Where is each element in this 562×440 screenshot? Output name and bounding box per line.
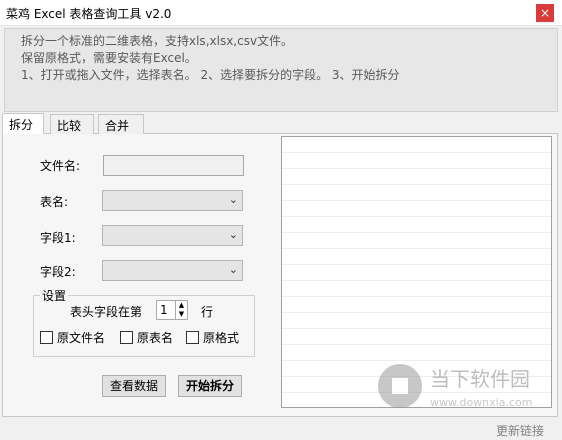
field1-label: 字段1: bbox=[40, 231, 76, 245]
stepper-buttons: ▲ ▼ bbox=[175, 301, 187, 319]
list-item bbox=[282, 265, 551, 281]
sheet-select[interactable]: ⌄ bbox=[102, 190, 243, 211]
update-link[interactable]: 更新链接 bbox=[496, 422, 544, 439]
tab-compare[interactable]: 比较 bbox=[50, 114, 94, 134]
header-row-value: 1 bbox=[160, 303, 168, 317]
list-item bbox=[282, 233, 551, 249]
header-row-stepper[interactable]: 1 ▲ ▼ bbox=[156, 300, 188, 320]
header-row-label: 表头字段在第 bbox=[70, 305, 143, 319]
view-data-button[interactable]: 查看数据 bbox=[102, 375, 166, 397]
start-split-button[interactable]: 开始拆分 bbox=[178, 375, 242, 397]
watermark-brand: 当下软件园 bbox=[430, 367, 530, 391]
list-item bbox=[282, 201, 551, 217]
list-item bbox=[282, 313, 551, 329]
close-button[interactable]: × bbox=[536, 4, 554, 22]
status-bar: 更新链接 bbox=[0, 418, 562, 440]
list-item bbox=[282, 297, 551, 313]
watermark-logo-icon: 当下软件园 www.downxia.com bbox=[378, 364, 532, 409]
filename-input[interactable] bbox=[103, 155, 244, 176]
tab-split[interactable]: 拆分 bbox=[2, 113, 44, 134]
stepper-up-icon[interactable]: ▲ bbox=[176, 301, 187, 310]
chevron-down-icon: ⌄ bbox=[228, 228, 238, 241]
list-item bbox=[282, 217, 551, 233]
checkbox-original-sheetname[interactable] bbox=[120, 331, 133, 344]
option-original-sheetname[interactable]: 原表名 bbox=[120, 329, 173, 346]
list-item bbox=[282, 137, 551, 153]
filename-label: 文件名: bbox=[40, 159, 81, 173]
info-line-2: 保留原格式，需要安装有Excel。 bbox=[21, 51, 197, 65]
app-window: 菜鸡 Excel 表格查询工具 v2.0 × 拆分一个标准的二维表格，支持xls… bbox=[0, 0, 562, 440]
option-original-format-label: 原格式 bbox=[203, 331, 240, 345]
list-item bbox=[282, 329, 551, 345]
watermark-url: www.downxia.com bbox=[430, 396, 532, 409]
header-row-unit: 行 bbox=[201, 305, 214, 319]
info-line-1: 拆分一个标准的二维表格，支持xls,xlsx,csv文件。 bbox=[21, 34, 294, 48]
list-item bbox=[282, 249, 551, 265]
list-item bbox=[282, 153, 551, 169]
checkbox-original-format[interactable] bbox=[186, 331, 199, 344]
list-item bbox=[282, 169, 551, 185]
settings-group: 设置 bbox=[33, 287, 255, 357]
title-bar: 菜鸡 Excel 表格查询工具 v2.0 × bbox=[0, 0, 562, 26]
option-original-sheetname-label: 原表名 bbox=[137, 331, 174, 345]
field2-label: 字段2: bbox=[40, 265, 76, 279]
stepper-down-icon[interactable]: ▼ bbox=[176, 310, 187, 319]
window-title: 菜鸡 Excel 表格查询工具 v2.0 bbox=[6, 7, 172, 21]
checkbox-original-filename[interactable] bbox=[40, 331, 53, 344]
watermark: 当下软件园 www.downxia.com bbox=[374, 356, 544, 416]
chevron-down-icon: ⌄ bbox=[228, 193, 238, 206]
info-panel: 拆分一个标准的二维表格，支持xls,xlsx,csv文件。 保留原格式，需要安装… bbox=[4, 28, 558, 112]
option-original-format[interactable]: 原格式 bbox=[186, 329, 239, 346]
info-line-3: 1、打开或拖入文件，选择表名。 2、选择要拆分的字段。 3、开始拆分 bbox=[21, 68, 400, 82]
settings-title: 设置 bbox=[40, 287, 69, 304]
sheet-label: 表名: bbox=[40, 195, 69, 209]
field2-select[interactable]: ⌄ bbox=[102, 260, 243, 281]
option-original-filename-label: 原文件名 bbox=[57, 331, 106, 345]
chevron-down-icon: ⌄ bbox=[228, 263, 238, 276]
list-item bbox=[282, 185, 551, 201]
tab-merge[interactable]: 合并 bbox=[98, 114, 144, 134]
field1-select[interactable]: ⌄ bbox=[102, 225, 243, 246]
option-original-filename[interactable]: 原文件名 bbox=[40, 329, 105, 346]
list-item bbox=[282, 281, 551, 297]
